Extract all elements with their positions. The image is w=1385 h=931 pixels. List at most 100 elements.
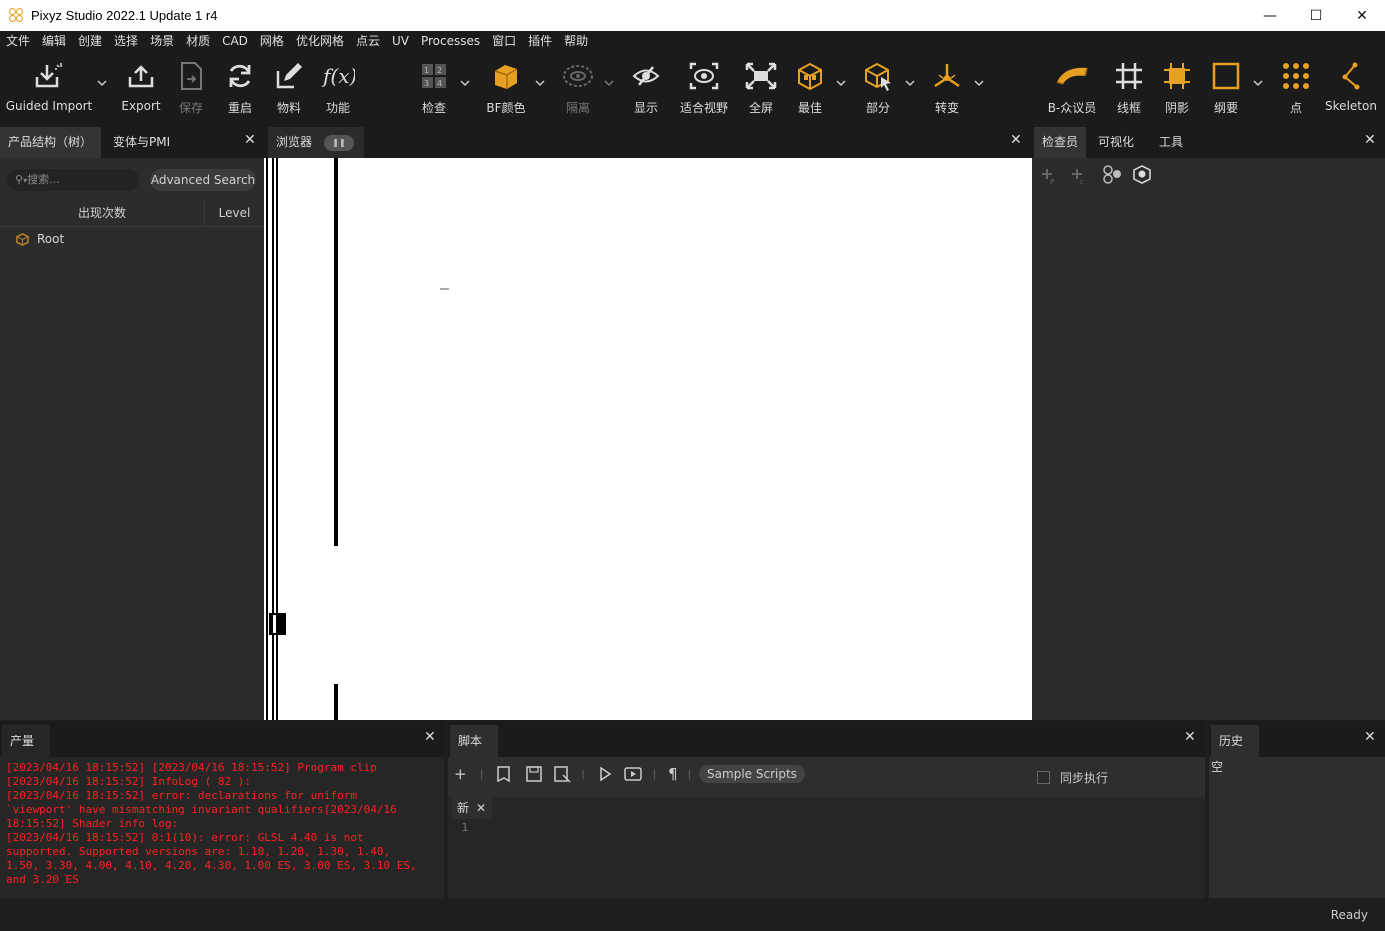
separator: | bbox=[652, 768, 657, 780]
window-title: Pixyz Studio 2022.1 Update 1 r4 bbox=[31, 8, 218, 23]
cube-cursor-icon bbox=[863, 59, 893, 93]
chevron-down-icon[interactable] bbox=[459, 77, 471, 89]
export-icon bbox=[126, 59, 156, 93]
gem-view-icon[interactable] bbox=[1133, 165, 1151, 184]
refresh-icon bbox=[225, 59, 255, 93]
status-text: Ready bbox=[1330, 908, 1368, 922]
add-custom-property-icon[interactable]: c bbox=[1072, 169, 1084, 186]
tab-viewer[interactable]: 浏览器 ❚❚ bbox=[268, 127, 364, 158]
tree-item-root[interactable]: Root bbox=[16, 232, 64, 246]
shaded-icon bbox=[1162, 59, 1192, 93]
history-panel: 空 bbox=[1209, 757, 1385, 898]
tab-inspector[interactable]: 检查员 bbox=[1034, 127, 1086, 158]
tab-variants-pmi[interactable]: 变体与PMI bbox=[105, 127, 178, 158]
advanced-search-button[interactable]: Advanced Search bbox=[150, 169, 256, 191]
separator: | bbox=[480, 768, 484, 780]
output-tabbar: 产量 ✕ bbox=[0, 721, 444, 757]
close-icon[interactable]: ✕ bbox=[1364, 132, 1376, 148]
menu-help[interactable]: 帮助 bbox=[558, 31, 594, 51]
close-icon[interactable]: ✕ bbox=[244, 132, 256, 148]
occurrence-link-icon[interactable] bbox=[1103, 165, 1121, 184]
add-property-icon[interactable]: P bbox=[1042, 169, 1054, 186]
maximize-button[interactable]: ☐ bbox=[1293, 0, 1339, 31]
save-as-icon[interactable] bbox=[553, 765, 571, 783]
svg-text:P: P bbox=[1050, 178, 1054, 186]
menu-scene[interactable]: 场景 bbox=[144, 31, 180, 51]
menu-cad[interactable]: CAD bbox=[216, 31, 254, 51]
column-occurrence[interactable]: 出现次数 bbox=[0, 200, 205, 227]
menu-optimize-mesh[interactable]: 优化网格 bbox=[290, 31, 350, 51]
separator: | bbox=[581, 768, 585, 780]
tab-script[interactable]: 脚本 bbox=[450, 725, 498, 757]
script-code-editor[interactable] bbox=[482, 819, 1205, 898]
bf-color-button[interactable]: BF颜色 bbox=[471, 59, 541, 116]
3d-viewport[interactable] bbox=[264, 158, 1032, 720]
wireframe-icon bbox=[1114, 59, 1144, 93]
open-file-icon[interactable] bbox=[495, 765, 513, 783]
pause-icon[interactable]: ❚❚ bbox=[324, 135, 354, 151]
skeleton-bone-icon bbox=[1337, 59, 1365, 93]
history-empty-label: 空 bbox=[1211, 760, 1224, 774]
tab-product-tree[interactable]: 产品结构（树） bbox=[0, 127, 101, 158]
tab-new-script[interactable]: 新 ✕ bbox=[452, 797, 492, 819]
close-icon[interactable]: ✕ bbox=[476, 797, 486, 819]
sample-scripts-button[interactable]: Sample Scripts bbox=[699, 765, 805, 783]
chevron-down-icon[interactable] bbox=[973, 77, 985, 89]
skeleton-button[interactable]: Skeleton bbox=[1316, 59, 1385, 113]
close-icon[interactable]: ✕ bbox=[1364, 729, 1376, 745]
sync-exec-label: 同步执行 bbox=[1060, 771, 1109, 785]
close-icon[interactable]: ✕ bbox=[1184, 729, 1196, 745]
eye-isolate-icon bbox=[562, 59, 594, 93]
close-icon[interactable]: ✕ bbox=[1010, 132, 1022, 148]
close-icon[interactable]: ✕ bbox=[424, 729, 436, 745]
output-log: [2023/04/16 18:15:52] [2023/04/16 18:15:… bbox=[0, 757, 444, 898]
points-grid-icon bbox=[1282, 59, 1310, 93]
script-file-tabbar: 新 ✕ bbox=[448, 797, 1205, 819]
tree-column-header: 出现次数 Level bbox=[0, 200, 264, 227]
menu-processes[interactable]: Processes bbox=[415, 31, 486, 51]
tab-visualize[interactable]: 可视化 bbox=[1090, 127, 1142, 158]
menu-plugins[interactable]: 插件 bbox=[522, 31, 558, 51]
history-tabbar: 历史 ✕ bbox=[1209, 721, 1385, 757]
menu-point-cloud[interactable]: 点云 bbox=[350, 31, 386, 51]
sync-exec-checkbox[interactable] bbox=[1037, 771, 1050, 784]
svg-text:c: c bbox=[1080, 178, 1084, 186]
part-button[interactable]: 部分 bbox=[843, 59, 913, 116]
occurrence-node-icon bbox=[16, 232, 29, 246]
status-bar: Ready bbox=[0, 898, 1385, 931]
menu-uv[interactable]: UV bbox=[386, 31, 415, 51]
menu-window[interactable]: 窗口 bbox=[486, 31, 522, 51]
left-panel-tabbar: 产品结构（树） 变体与PMI ✕ bbox=[0, 127, 264, 158]
minimize-button[interactable]: — bbox=[1247, 0, 1293, 31]
menu-material[interactable]: 材质 bbox=[180, 31, 216, 51]
run-selection-icon[interactable] bbox=[623, 766, 643, 782]
guided-import-button[interactable]: Guided Import bbox=[6, 59, 92, 113]
outline-button[interactable]: 纲要 bbox=[1191, 59, 1261, 116]
menu-create[interactable]: 创建 bbox=[72, 31, 108, 51]
pixyz-logo-icon bbox=[9, 7, 25, 24]
menu-edit[interactable]: 编辑 bbox=[36, 31, 72, 51]
play-icon[interactable] bbox=[597, 766, 613, 782]
function-button[interactable]: f(x) 功能 bbox=[303, 59, 373, 116]
tab-history[interactable]: 历史 bbox=[1211, 725, 1259, 757]
close-window-button[interactable]: ✕ bbox=[1339, 0, 1385, 31]
column-level[interactable]: Level bbox=[205, 200, 264, 227]
save-file-icon bbox=[178, 59, 204, 93]
menu-file[interactable]: 文件 bbox=[0, 31, 36, 51]
menu-select[interactable]: 选择 bbox=[108, 31, 144, 51]
menu-bar: 文件 编辑 创建 选择 场景 材质 CAD 网格 优化网格 点云 UV Proc… bbox=[0, 31, 1385, 51]
search-placeholder: 搜索... bbox=[27, 173, 60, 186]
save-icon[interactable] bbox=[525, 765, 543, 783]
svg-text:4: 4 bbox=[437, 79, 442, 88]
svg-text:f(x): f(x) bbox=[321, 64, 355, 88]
line-number-gutter: 1 bbox=[448, 819, 482, 898]
new-script-icon[interactable]: + bbox=[454, 765, 474, 783]
menu-mesh[interactable]: 网格 bbox=[254, 31, 290, 51]
search-input[interactable]: ⚲▾搜索... bbox=[7, 169, 139, 191]
cube-best-icon bbox=[796, 59, 824, 93]
tab-output[interactable]: 产量 bbox=[2, 725, 50, 757]
show-whitespace-icon[interactable]: ¶ bbox=[668, 765, 678, 783]
transform-button[interactable]: 转变 bbox=[912, 59, 982, 116]
viewport-render bbox=[264, 158, 1032, 720]
tab-tools[interactable]: 工具 bbox=[1151, 127, 1191, 158]
